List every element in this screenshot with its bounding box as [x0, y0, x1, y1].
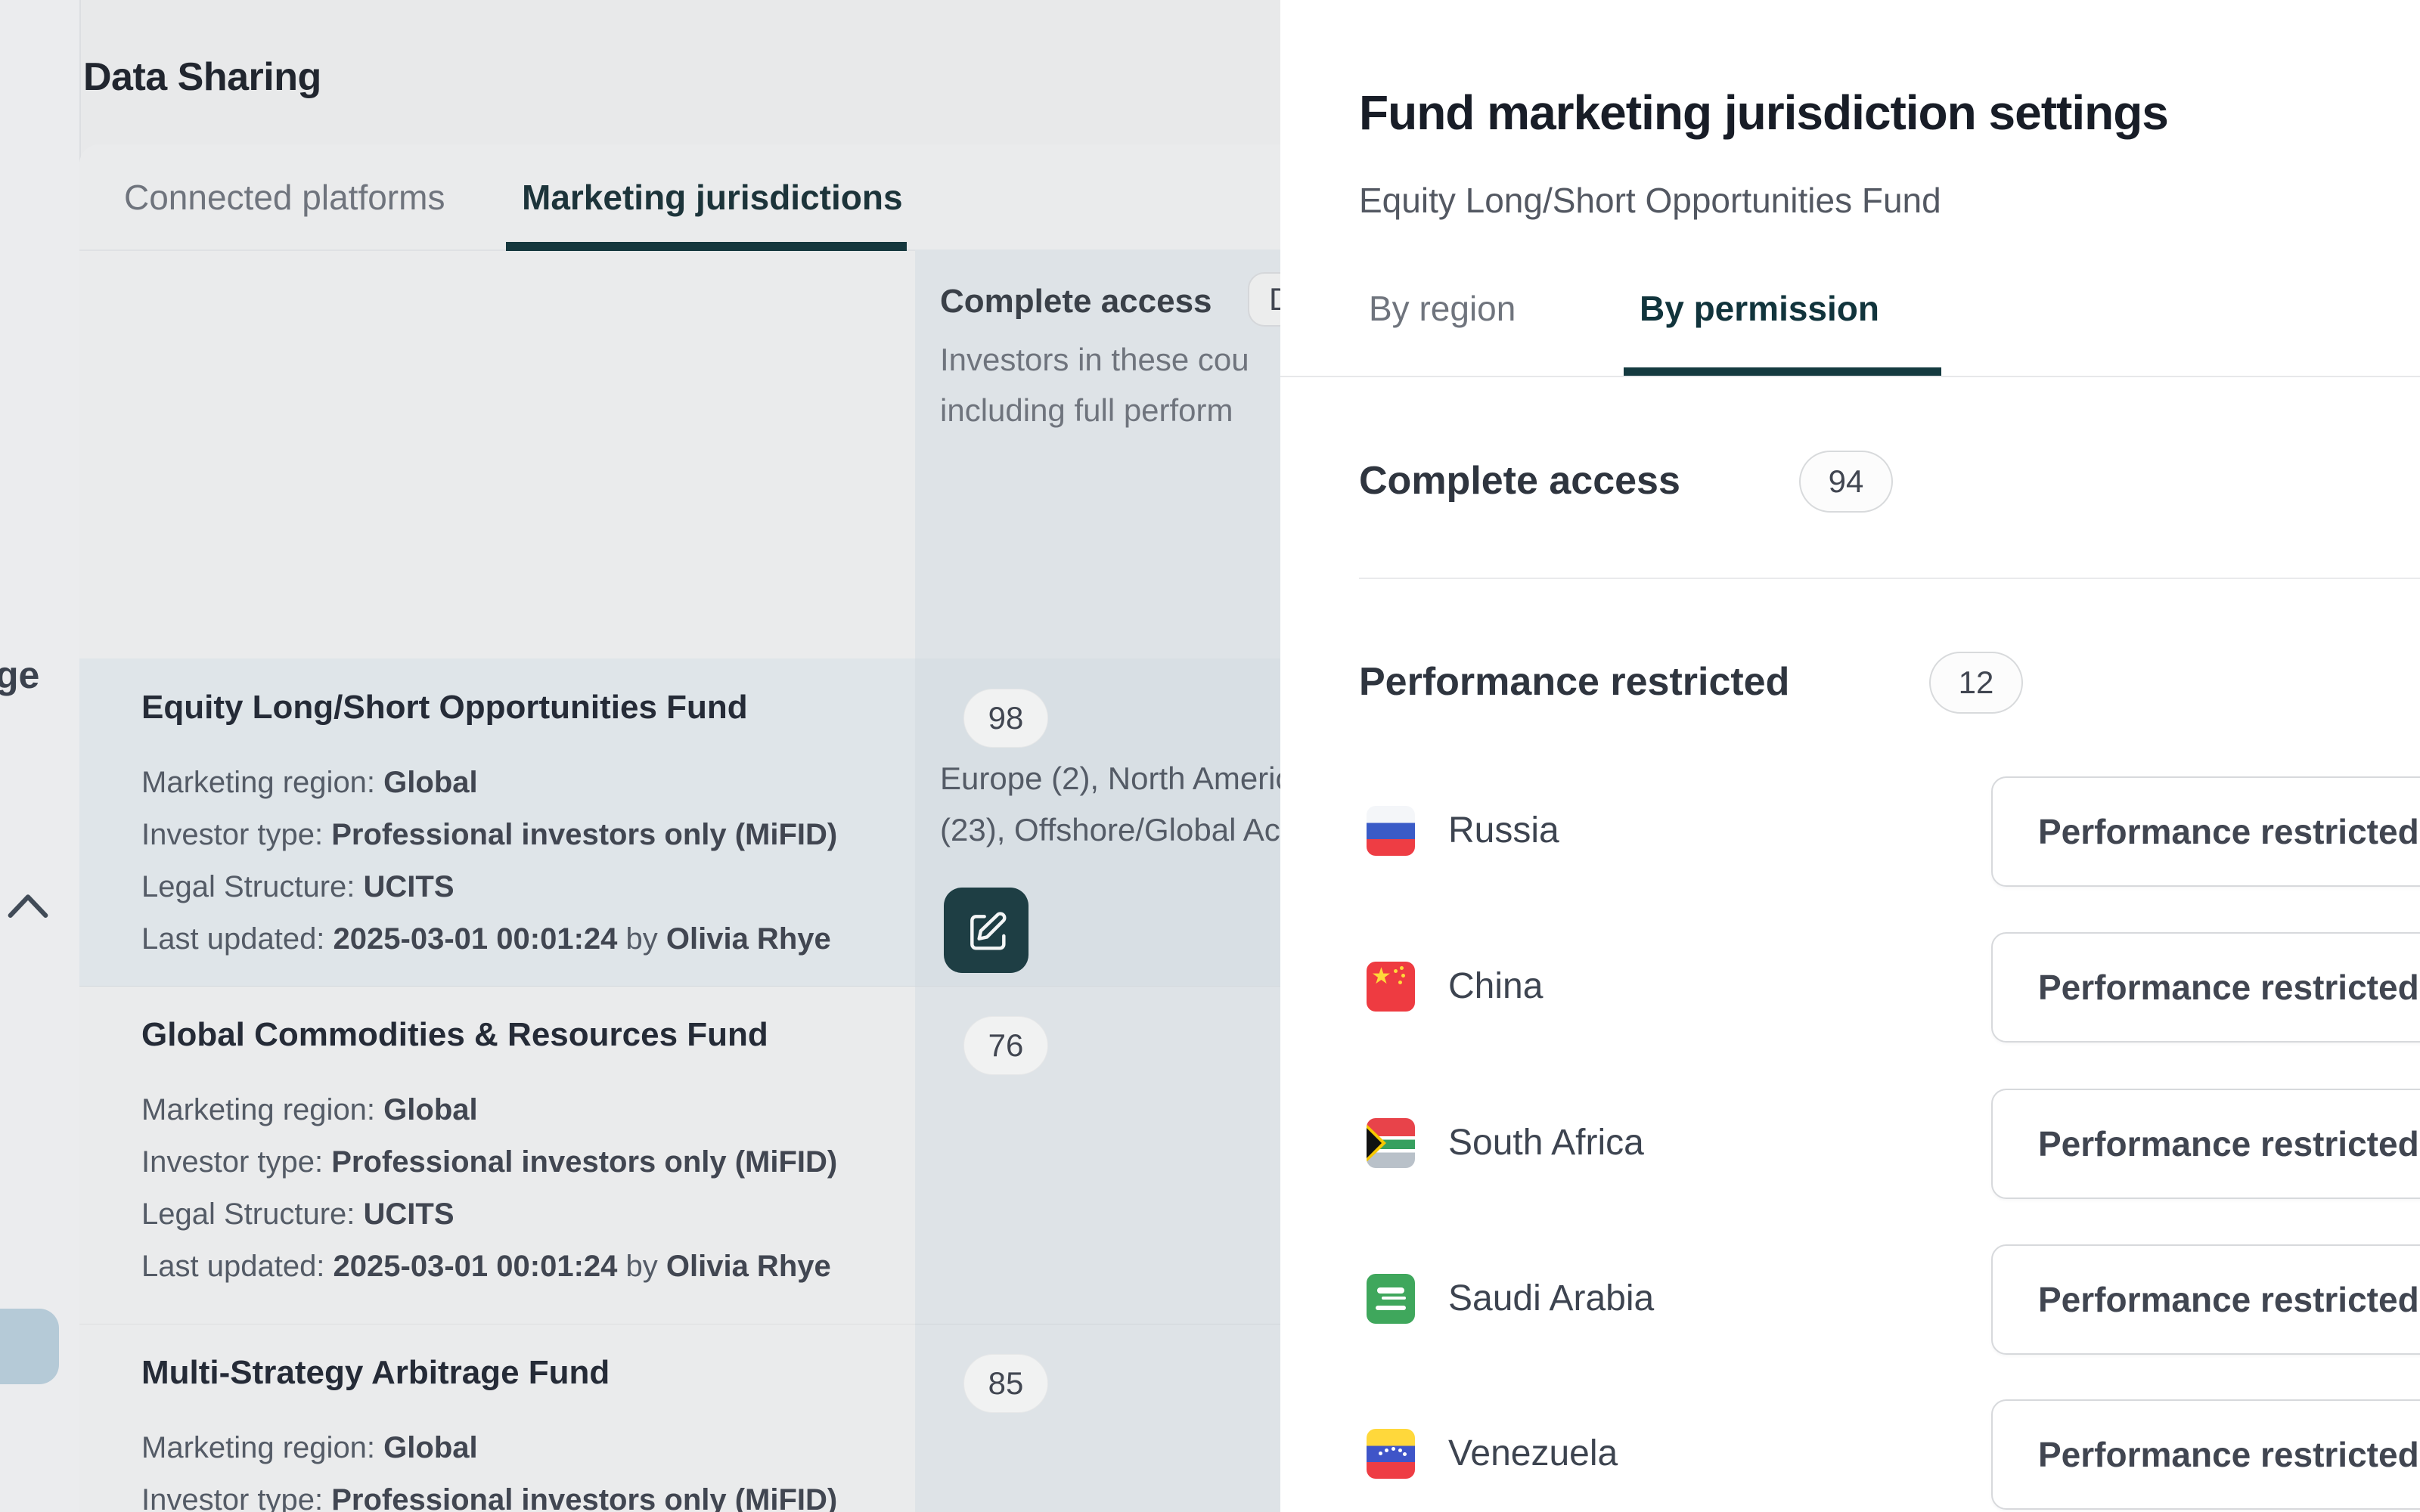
meta-value: 2025-03-01 00:01:24	[334, 1250, 618, 1283]
meta-label: Last updated:	[141, 1250, 334, 1283]
fund-name: Global Commodities & Resources Fund	[141, 1016, 768, 1054]
meta-label: Last updated:	[141, 922, 334, 956]
screen: ge Data Sharing Connected platforms Mark…	[0, 0, 2420, 1512]
china-flag-icon: ★	[1367, 962, 1415, 1012]
flag-script	[1377, 1287, 1404, 1294]
edit-pencil-icon	[965, 909, 1007, 952]
panel-title: Fund marketing jurisdiction settings	[1359, 85, 2168, 141]
country-name: Russia	[1448, 810, 1559, 851]
fund-meta-last-updated: Last updated: 2025-03-01 00:01:24 by Oli…	[141, 922, 831, 956]
meta-label: Marketing region:	[141, 766, 383, 799]
permission-select-russia[interactable]: Performance restricted	[1991, 776, 2420, 887]
access-regions-line: (23), Offshore/Global Ac	[940, 812, 1280, 848]
meta-label: Legal Structure:	[141, 1198, 364, 1231]
jurisdiction-count-badge: 76	[963, 1016, 1048, 1075]
clipped-blue-button[interactable]	[0, 1309, 59, 1384]
performance-restricted-count-badge: 12	[1929, 652, 2023, 714]
south-africa-flag-icon	[1367, 1118, 1415, 1168]
column-header-description: including full perform	[940, 392, 1233, 429]
column-header-description: Investors in these cou	[940, 342, 1249, 378]
column-header-title: Complete access	[940, 283, 1212, 321]
meta-joiner: by	[617, 1250, 666, 1283]
meta-label: Investor type:	[141, 818, 331, 851]
fund-meta-legal-structure: Legal Structure: UCITS	[141, 1198, 455, 1232]
data-sharing-page: Data Sharing Connected platforms Marketi…	[79, 0, 1280, 1512]
jurisdiction-settings-panel: Fund marketing jurisdiction settings Equ…	[1280, 0, 2420, 1512]
country-name: South Africa	[1448, 1122, 1644, 1163]
access-regions-line: Europe (2), North Americ	[940, 761, 1292, 797]
flag-sword	[1376, 1306, 1406, 1310]
fund-meta-legal-structure: Legal Structure: UCITS	[141, 870, 455, 904]
country-row-south-africa: South Africa Performance restricted	[1280, 1089, 2420, 1199]
country-row-china: ★ China Performance restricted	[1280, 932, 2420, 1043]
fund-meta-investor-type: Investor type: Professional investors on…	[141, 818, 837, 852]
meta-label: Investor type:	[141, 1483, 331, 1512]
clipped-text-label: ge	[0, 653, 39, 697]
fund-row-equity-long-short[interactable]: Equity Long/Short Opportunities Fund Mar…	[79, 658, 1280, 987]
tab-marketing-jurisdictions[interactable]: Marketing jurisdictions	[522, 175, 903, 220]
country-row-russia: Russia Performance restricted	[1280, 776, 2420, 887]
meta-label: Marketing region:	[141, 1093, 383, 1126]
flag-star: ★	[1371, 963, 1392, 990]
section-complete-access: Complete access	[1359, 458, 1680, 503]
russia-flag-icon	[1367, 806, 1415, 856]
panel-subtitle: Equity Long/Short Opportunities Fund	[1359, 180, 1941, 221]
meta-value: Professional investors only (MiFID)	[331, 818, 837, 851]
meta-author: Olivia Rhye	[666, 1250, 831, 1283]
permission-select-saudi-arabia[interactable]: Performance restricted	[1991, 1244, 2420, 1355]
meta-value: UCITS	[364, 870, 455, 903]
flag-triangle	[1367, 1128, 1382, 1158]
complete-access-count-badge: 94	[1799, 451, 1893, 513]
country-name: China	[1448, 965, 1543, 1007]
fund-meta-investor-type: Investor type: Professional investors on…	[141, 1145, 837, 1179]
chevron-up-icon[interactable]	[5, 889, 51, 926]
meta-value: Global	[383, 1093, 477, 1126]
country-name: Venezuela	[1448, 1433, 1618, 1474]
meta-value: 2025-03-01 00:01:24	[334, 922, 618, 956]
jurisdictions-card: Connected platforms Marketing jurisdicti…	[79, 144, 1280, 1512]
country-name: Saudi Arabia	[1448, 1278, 1654, 1319]
meta-value: UCITS	[364, 1198, 455, 1231]
table-header-row: Complete access D Investors in these cou…	[79, 249, 1280, 514]
section-divider	[1359, 578, 2420, 579]
section-performance-restricted: Performance restricted	[1359, 659, 1789, 705]
fund-meta-investor-type: Investor type: Professional investors on…	[141, 1483, 837, 1512]
fund-name: Equity Long/Short Opportunities Fund	[141, 689, 748, 727]
venezuela-flag-icon	[1367, 1429, 1415, 1479]
fund-meta-marketing-region: Marketing region: Global	[141, 1093, 478, 1127]
permission-select-china[interactable]: Performance restricted	[1991, 932, 2420, 1043]
meta-value: Global	[383, 1431, 477, 1464]
fund-row-global-commodities[interactable]: Global Commodities & Resources Fund Mark…	[79, 986, 1280, 1325]
jurisdiction-count-badge: 85	[963, 1354, 1048, 1413]
fund-name: Multi-Strategy Arbitrage Fund	[141, 1354, 610, 1392]
left-clipped-sidebar: ge	[0, 0, 81, 1512]
fund-meta-last-updated: Last updated: 2025-03-01 00:01:24 by Oli…	[141, 1250, 831, 1284]
fund-meta-marketing-region: Marketing region: Global	[141, 766, 478, 800]
tab-bar-divider	[1280, 376, 2420, 377]
jurisdiction-count-badge: 98	[963, 689, 1048, 748]
meta-value: Professional investors only (MiFID)	[331, 1483, 837, 1512]
edit-jurisdictions-button[interactable]	[944, 888, 1028, 973]
page-title: Data Sharing	[83, 54, 321, 100]
tab-connected-platforms[interactable]: Connected platforms	[124, 175, 445, 220]
permission-select-venezuela[interactable]: Performance restricted	[1991, 1399, 2420, 1510]
tab-by-region[interactable]: By region	[1369, 284, 1516, 333]
meta-joiner: by	[617, 922, 666, 956]
meta-label: Legal Structure:	[141, 870, 364, 903]
tab-bar: Connected platforms Marketing jurisdicti…	[79, 144, 1280, 251]
tab-by-permission[interactable]: By permission	[1640, 284, 1879, 333]
flag-stars	[1394, 969, 1398, 973]
meta-label: Investor type:	[141, 1145, 331, 1179]
meta-value: Global	[383, 766, 477, 799]
saudi-arabia-flag-icon	[1367, 1274, 1415, 1324]
country-row-saudi-arabia: Saudi Arabia Performance restricted	[1280, 1244, 2420, 1355]
meta-label: Marketing region:	[141, 1431, 383, 1464]
fund-meta-marketing-region: Marketing region: Global	[141, 1431, 478, 1465]
permission-select-south-africa[interactable]: Performance restricted	[1991, 1089, 2420, 1199]
fund-row-multi-strategy[interactable]: Multi-Strategy Arbitrage Fund Marketing …	[79, 1324, 1280, 1512]
country-row-venezuela: Venezuela Performance restricted	[1280, 1399, 2420, 1510]
meta-author: Olivia Rhye	[666, 922, 831, 956]
flag-stars	[1379, 1452, 1382, 1455]
meta-value: Professional investors only (MiFID)	[331, 1145, 837, 1179]
